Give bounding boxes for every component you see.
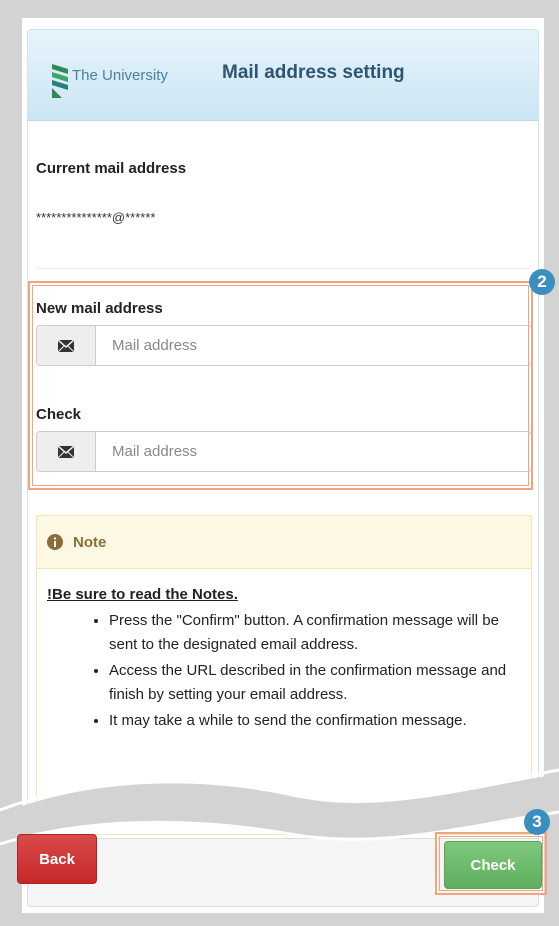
page-title: Mail address setting: [222, 62, 405, 83]
note-body: !Be sure to read the Notes. Press the "C…: [37, 569, 531, 733]
info-icon: [47, 534, 63, 550]
note-header: Note: [37, 516, 531, 569]
check-button[interactable]: Check: [444, 841, 542, 889]
current-mail-value: ***************@******: [36, 210, 156, 225]
note-item: Press the "Confirm" button. A confirmati…: [109, 609, 521, 657]
university-name: The University: [72, 67, 168, 84]
header: The University Mail address setting: [28, 30, 538, 121]
current-mail-label: Current mail address: [36, 160, 187, 177]
note-item: Access the URL described in the confirma…: [109, 659, 521, 707]
highlight-box-step-2: [28, 281, 533, 490]
divider: [36, 268, 530, 269]
back-button[interactable]: Back: [17, 834, 97, 884]
note-item: It may take a while to send the confirma…: [109, 709, 521, 733]
step-2-badge: 2: [529, 269, 555, 295]
note-title: Note: [73, 533, 107, 551]
read-notice: !Be sure to read the Notes.: [47, 586, 238, 603]
step-3-badge: 3: [524, 809, 550, 835]
university-logo-icon: [52, 64, 68, 98]
note-list: Press the "Confirm" button. A confirmati…: [47, 609, 521, 733]
